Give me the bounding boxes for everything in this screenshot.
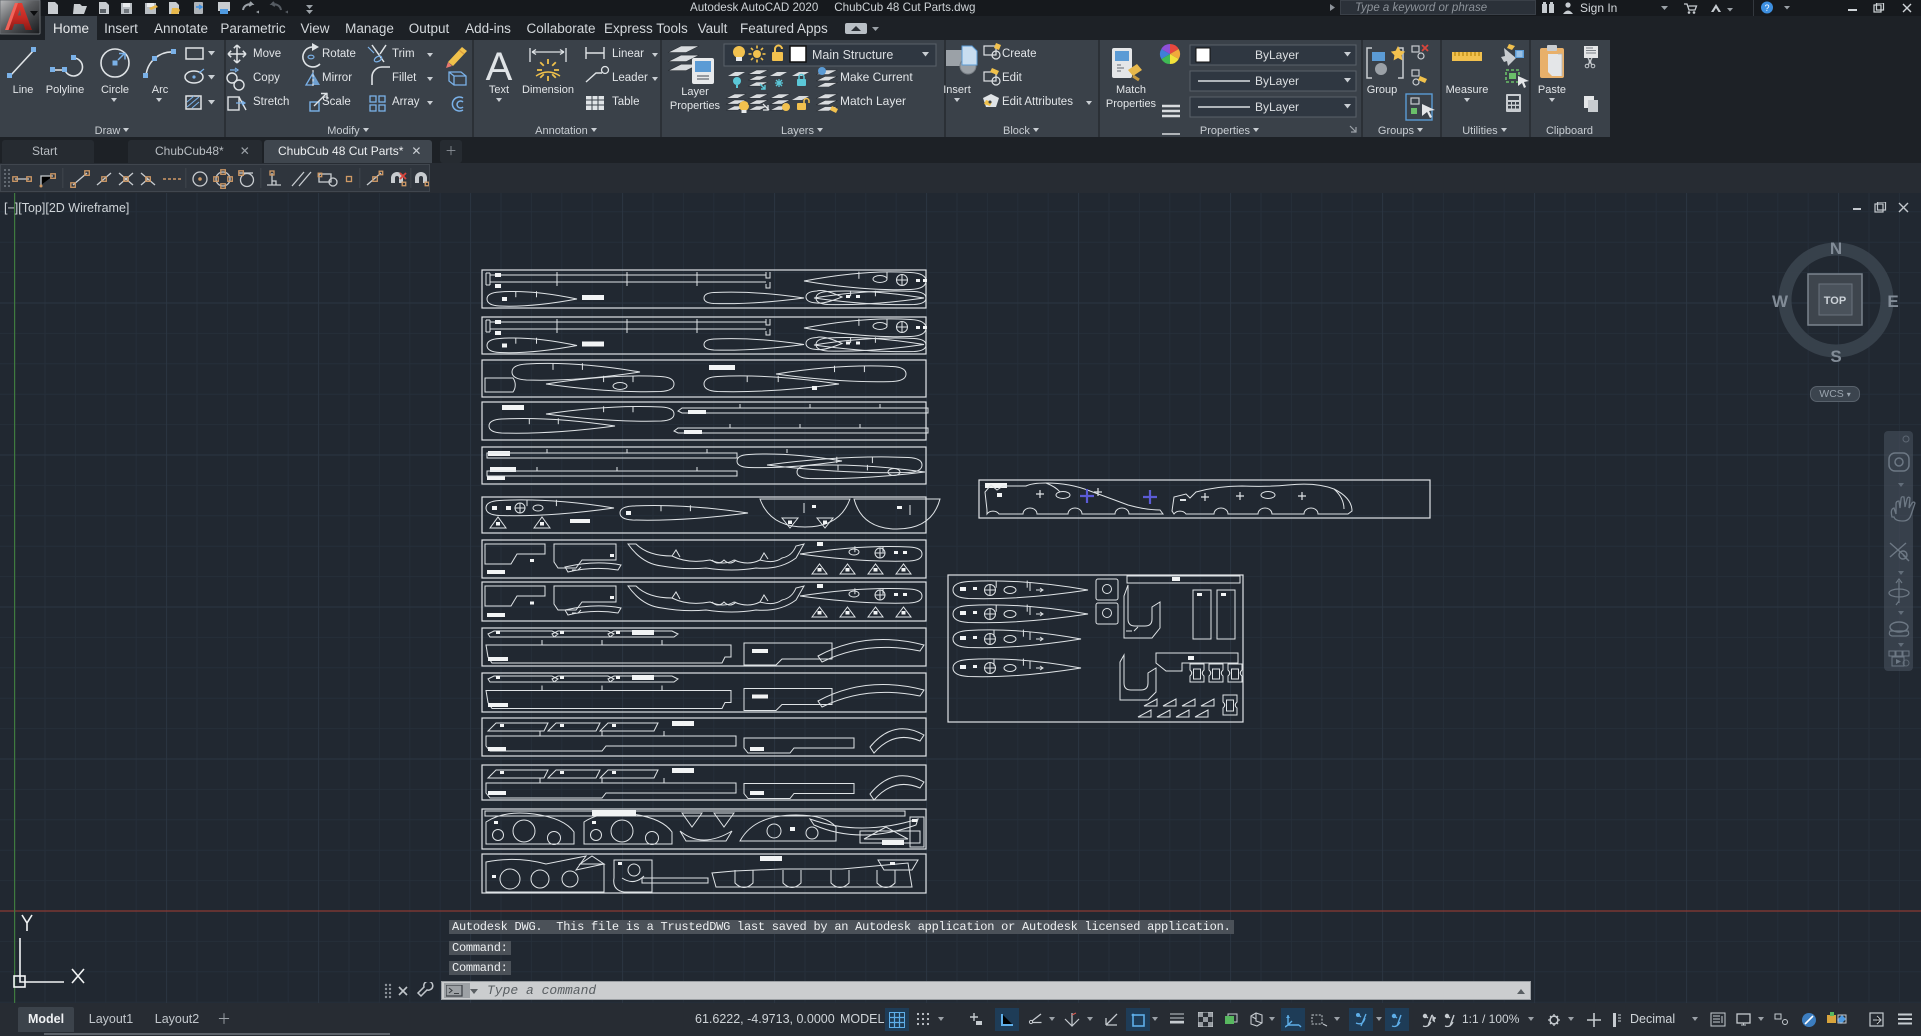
- svg-text:Main Structure: Main Structure: [812, 48, 893, 62]
- svg-text:Match Layer: Match Layer: [840, 94, 906, 108]
- svg-text:ByLayer: ByLayer: [1255, 100, 1299, 114]
- svg-text:E: E: [1887, 292, 1898, 311]
- svg-text:W: W: [1772, 292, 1789, 311]
- svg-text:Make Current: Make Current: [840, 70, 913, 84]
- svg-text:ByLayer: ByLayer: [1255, 48, 1299, 62]
- svg-text:A: A: [486, 45, 513, 89]
- svg-text:S: S: [1830, 347, 1841, 366]
- svg-text:ByLayer: ByLayer: [1255, 74, 1299, 88]
- svg-text:?: ?: [1764, 3, 1769, 13]
- svg-text:TOP: TOP: [1824, 295, 1846, 307]
- svg-text:N: N: [1830, 239, 1842, 258]
